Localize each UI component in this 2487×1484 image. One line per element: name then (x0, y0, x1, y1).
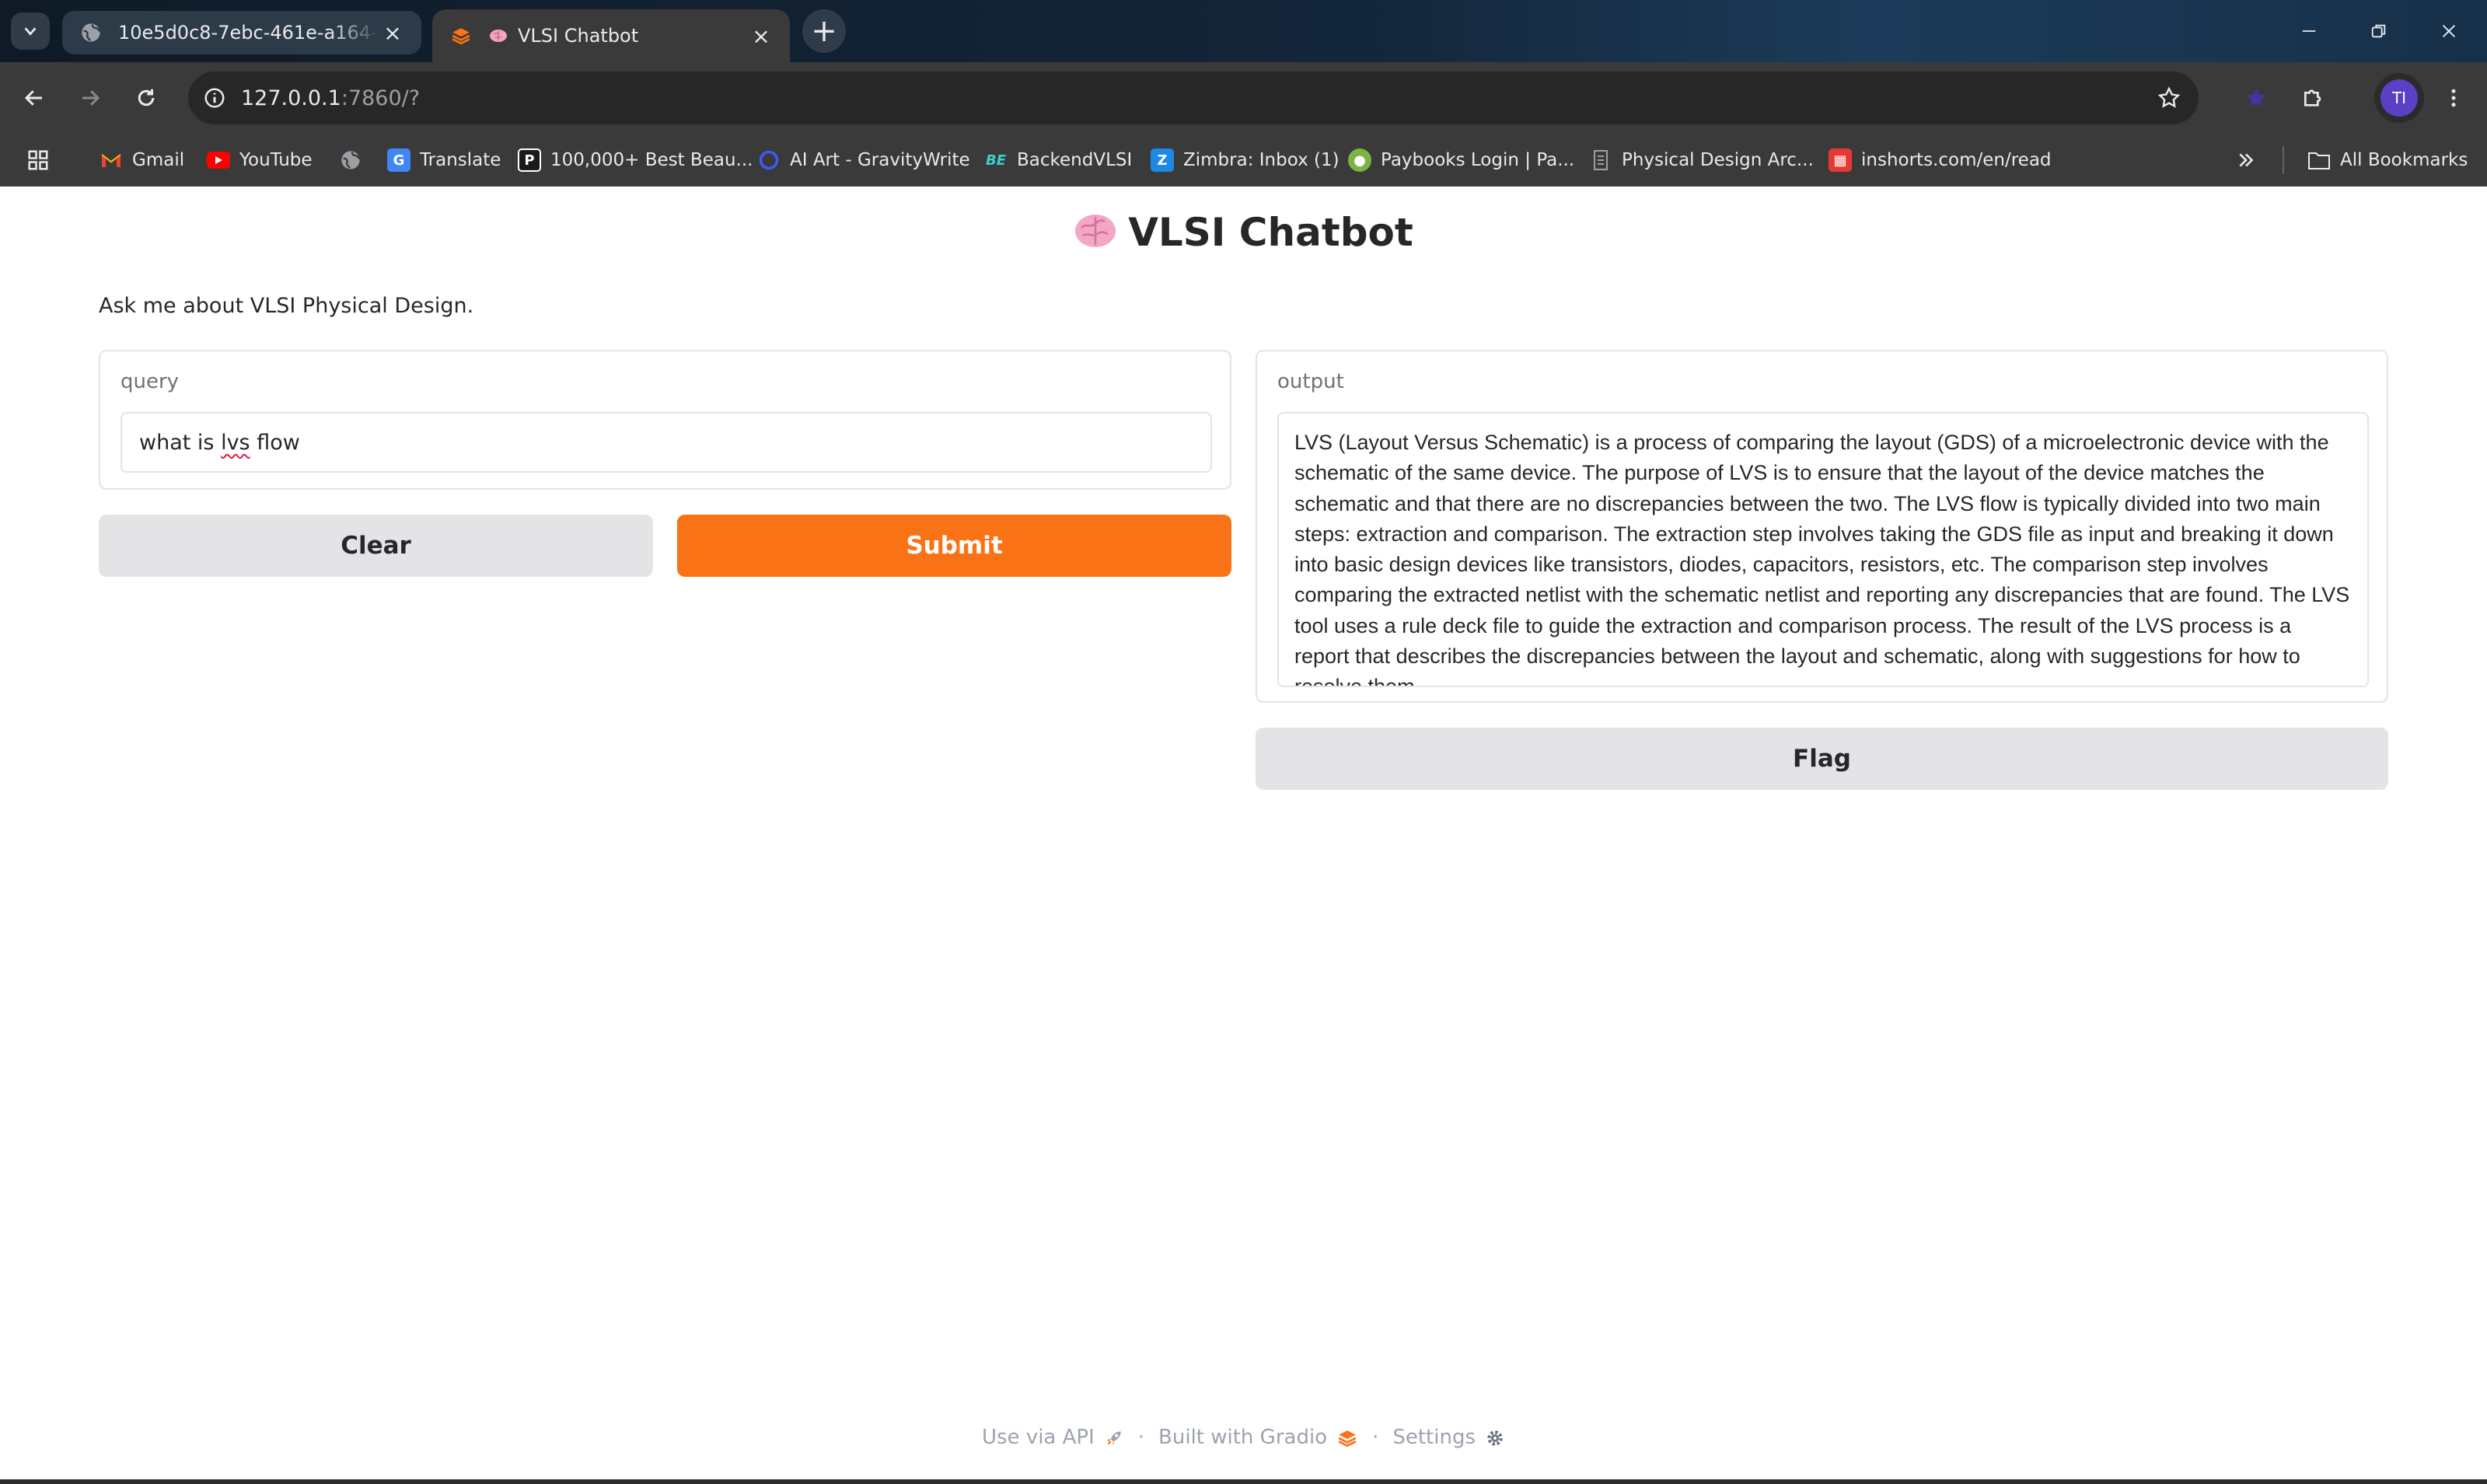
bookmark-label: Physical Design Arc... (1622, 150, 1814, 170)
pexels-icon: P (518, 148, 541, 172)
address-bar[interactable]: 127.0.0.1:7860/? (188, 72, 2199, 124)
bookmark-zimbra[interactable]: Z Zimbra: Inbox (1) (1151, 145, 1340, 176)
tab-title: VLSI Chatbot (518, 25, 639, 47)
bookmark-label: Zimbra: Inbox (1) (1183, 150, 1340, 170)
menu-kebab-icon[interactable] (2433, 78, 2474, 118)
submit-button[interactable]: Submit (677, 515, 1231, 577)
forward-icon[interactable] (70, 78, 110, 118)
youtube-icon (207, 152, 230, 169)
bookmark-label: 100,000+ Best Beau... (550, 150, 753, 170)
bookmark-youtube[interactable]: YouTube (207, 145, 313, 176)
tab-inactive[interactable]: 10e5d0c8-7ebc-461e-a164-112 × (62, 11, 421, 54)
page-title-text: VLSI Chatbot (1128, 210, 1413, 255)
globe-icon (339, 148, 362, 172)
globe-icon (79, 21, 103, 44)
brain-icon (1074, 212, 1117, 259)
bookmarks-divider (2283, 146, 2284, 174)
back-icon[interactable] (14, 78, 54, 118)
query-input[interactable]: what is lvs flow (121, 412, 1212, 473)
bookmarks-bar: Gmail YouTube G Translate P 100,000+ Bes… (0, 134, 2487, 187)
extension-star-icon[interactable] (2236, 78, 2276, 118)
all-bookmarks[interactable]: All Bookmarks (2307, 145, 2468, 176)
query-text: what is (139, 430, 222, 455)
zimbra-icon: Z (1151, 148, 1174, 172)
profile-avatar[interactable]: TI (2374, 73, 2424, 123)
bookmark-star-icon[interactable] (2153, 82, 2185, 113)
apps-grid-icon[interactable] (26, 145, 50, 176)
built-with-gradio-link[interactable]: Built with Gradio (1158, 1426, 1358, 1449)
avatar-initials: TI (2380, 79, 2418, 117)
chevron-down-icon (24, 27, 37, 36)
bookmark-globe[interactable] (339, 145, 362, 176)
clear-button[interactable]: Clear (99, 515, 653, 577)
bookmarks-overflow-icon[interactable] (2236, 145, 2256, 176)
paybooks-icon: ● (1348, 148, 1371, 172)
bookmark-paybooks[interactable]: ● Paybooks Login | Pa... (1348, 145, 1574, 176)
bookmark-physical-design[interactable]: Physical Design Arc... (1589, 145, 1814, 176)
translate-icon: G (387, 148, 410, 172)
tab-active[interactable]: VLSI Chatbot × (432, 9, 790, 62)
brain-icon (488, 24, 508, 47)
window-close-icon[interactable] (2426, 11, 2472, 51)
query-panel: query what is lvs flow (99, 350, 1231, 490)
query-label: query (121, 370, 180, 393)
site-info-icon[interactable] (188, 72, 241, 124)
footer-built-label: Built with Gradio (1158, 1426, 1328, 1449)
gmail-icon (100, 148, 123, 172)
backendvlsi-icon: BE (985, 152, 1006, 169)
browser-toolbar: 127.0.0.1:7860/? TI (0, 62, 2487, 134)
bookmark-pexels[interactable]: P 100,000+ Best Beau... (518, 145, 753, 176)
bookmark-backendvlsi[interactable]: BE BackendVLSI (984, 145, 1132, 176)
footer: Use via API · Built with Gradio · Settin… (0, 1426, 2487, 1449)
footer-api-label: Use via API (981, 1426, 1095, 1449)
inshorts-icon: ▦ (1829, 148, 1852, 172)
settings-link[interactable]: Settings (1392, 1426, 1505, 1449)
bookmark-label: YouTube (239, 150, 313, 170)
document-icon (1589, 148, 1612, 172)
gravitywrite-icon (757, 148, 781, 172)
footer-settings-label: Settings (1392, 1426, 1476, 1449)
bookmark-label: inshorts.com/en/read (1861, 150, 2052, 170)
bookmark-label: Paybooks Login | Pa... (1381, 150, 1575, 170)
restore-icon[interactable] (2356, 11, 2402, 51)
folder-icon (2307, 148, 2331, 172)
gradio-logo-icon (449, 24, 473, 47)
use-via-api-link[interactable]: Use via API (982, 1426, 1124, 1449)
bookmark-inshorts[interactable]: ▦ inshorts.com/en/read (1829, 145, 2052, 176)
flag-button[interactable]: Flag (1256, 728, 2388, 790)
rocket-icon (1104, 1428, 1124, 1448)
tab-title: 10e5d0c8-7ebc-461e-a164-112 (118, 22, 381, 44)
query-misspelled-word: lvs (221, 430, 250, 455)
close-icon[interactable]: × (749, 23, 773, 49)
tab-strip: 10e5d0c8-7ebc-461e-a164-112 × VLSI Chatb… (0, 0, 2487, 62)
output-textbox[interactable]: LVS (Layout Versus Schematic) is a proce… (1277, 412, 2369, 687)
close-icon[interactable]: × (381, 20, 404, 46)
bookmark-label: Translate (420, 150, 501, 170)
new-tab-button[interactable]: + (802, 9, 846, 53)
bookmark-gmail[interactable]: Gmail (100, 145, 184, 176)
url-host: 127.0.0.1 (241, 86, 341, 110)
reload-icon[interactable] (126, 78, 166, 118)
minimize-icon[interactable] (2286, 11, 2332, 51)
bookmark-label: AI Art - GravityWrite (790, 150, 970, 170)
bookmark-label: BackendVLSI (1017, 150, 1133, 170)
all-bookmarks-label: All Bookmarks (2340, 150, 2468, 170)
output-panel: output LVS (Layout Versus Schematic) is … (1256, 350, 2388, 703)
bookmark-label: Gmail (132, 150, 185, 170)
query-text: flow (250, 430, 300, 455)
footer-separator: · (1137, 1426, 1145, 1449)
output-label: output (1277, 370, 1344, 393)
bookmark-translate[interactable]: G Translate (387, 145, 501, 176)
gear-icon (1485, 1428, 1505, 1448)
url-path: :7860/? (341, 86, 421, 110)
footer-separator: · (1372, 1426, 1379, 1449)
gradio-logo-icon (1336, 1428, 1358, 1448)
page-description: Ask me about VLSI Physical Design. (99, 294, 474, 318)
url-text: 127.0.0.1:7860/? (241, 86, 420, 110)
page-title: VLSI Chatbot (0, 210, 2487, 259)
tab-search-button[interactable] (11, 12, 50, 50)
window-bottom-edge (0, 1479, 2487, 1484)
extensions-puzzle-icon[interactable] (2293, 78, 2334, 118)
bookmark-gravitywrite[interactable]: AI Art - GravityWrite (757, 145, 970, 176)
